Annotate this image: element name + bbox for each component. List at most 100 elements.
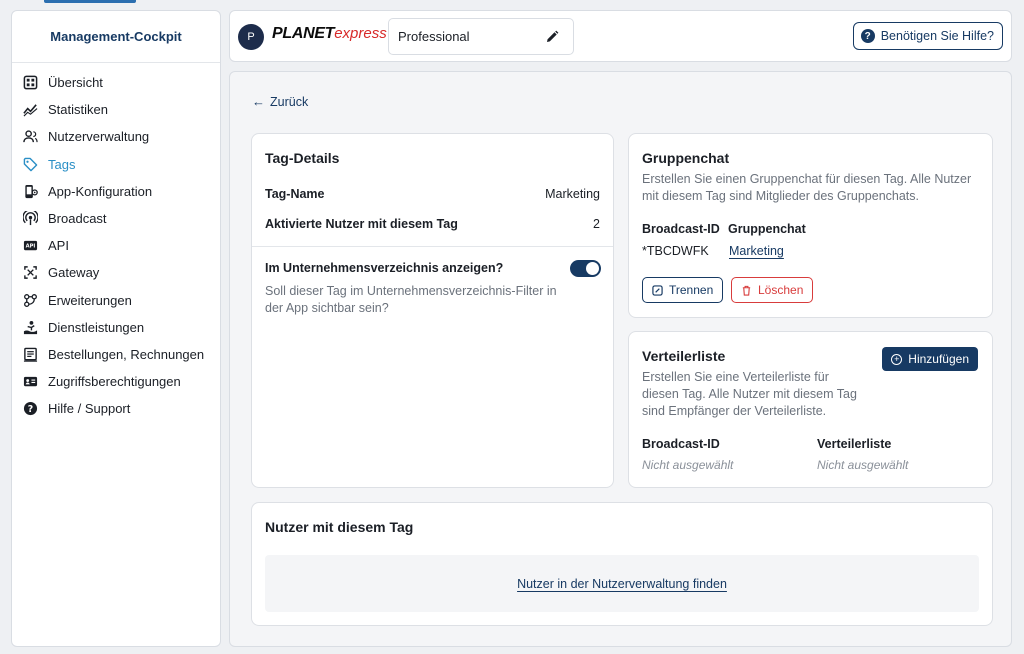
distribution-list-header: Verteilerliste <box>817 437 892 451</box>
sidebar-item-label: Nutzerverwaltung <box>48 129 150 145</box>
groupchat-description: Erstellen Sie einen Gruppenchat für dies… <box>642 172 972 203</box>
sidebar-item-erweiterungen[interactable]: Erweiterungen <box>12 287 220 314</box>
distribution-list-value: Nicht ausgewählt <box>817 458 909 472</box>
pencil-icon <box>547 30 559 42</box>
tag-users-box: Nutzer in der Nutzerverwaltung finden <box>265 555 979 612</box>
services-icon <box>22 319 38 335</box>
tag-name-label: Tag-Name <box>265 187 325 201</box>
sidebar-item-broadcast[interactable]: Broadcast <box>12 205 220 232</box>
tag-details-card: Tag-Details Tag-Name Marketing Aktiviert… <box>251 133 614 488</box>
sidebar-item-label: Gateway <box>48 265 100 281</box>
brand-logo-part2: express <box>334 25 387 42</box>
delete-label: Löschen <box>758 283 804 297</box>
distribution-broadcast-id-header: Broadcast-ID <box>642 437 720 451</box>
tag-details-title: Tag-Details <box>265 150 340 166</box>
brand-logo: PLANET express <box>272 25 387 47</box>
tag-icon <box>22 156 38 172</box>
sidebar-nav: Übersicht Statistiken Nutzerverwaltung T… <box>12 63 220 422</box>
active-users-value: 2 <box>593 217 600 231</box>
trash-icon <box>742 285 751 296</box>
main-panel: ← Zurück Tag-Details Tag-Name Marketing … <box>229 71 1012 647</box>
active-users-row: Aktivierte Nutzer mit diesem Tag 2 <box>265 217 600 231</box>
groupchat-title: Gruppenchat <box>642 150 730 166</box>
sidebar-item-uebersicht[interactable]: Übersicht <box>12 69 220 96</box>
sidebar-item-app-konfiguration[interactable]: App-Konfiguration <box>12 178 220 205</box>
sidebar: Management-Cockpit Übersicht Statistiken… <box>11 10 221 647</box>
groupchat-broadcast-id-header: Broadcast-ID <box>642 222 720 236</box>
distribution-list-card: Verteilerliste + Hinzufügen Erstellen Si… <box>628 331 993 488</box>
sidebar-item-statistiken[interactable]: Statistiken <box>12 96 220 123</box>
sidebar-item-dienstleistungen[interactable]: Dienstleistungen <box>12 314 220 341</box>
groupchat-name-header: Gruppenchat <box>728 222 806 236</box>
id-card-icon <box>22 374 38 390</box>
add-distribution-button[interactable]: + Hinzufügen <box>882 347 978 371</box>
sidebar-item-label: Statistiken <box>48 102 108 118</box>
plus-circle-icon: + <box>891 353 903 365</box>
sidebar-title: Management-Cockpit <box>12 11 220 63</box>
tag-name-row: Tag-Name Marketing <box>265 187 600 201</box>
help-icon: ? <box>22 401 38 417</box>
svg-text:API: API <box>25 244 35 250</box>
find-users-link[interactable]: Nutzer in der Nutzerverwaltung finden <box>517 577 727 591</box>
sidebar-item-hilfe[interactable]: ? Hilfe / Support <box>12 395 220 422</box>
top-header: P PLANET express Professional ? Benötige… <box>229 10 1012 62</box>
directory-toggle[interactable] <box>570 260 601 277</box>
avatar[interactable]: P <box>238 24 264 50</box>
sidebar-item-nutzerverwaltung[interactable]: Nutzerverwaltung <box>12 123 220 150</box>
distribution-broadcast-id-value: Nicht ausgewählt <box>642 458 734 472</box>
back-link[interactable]: ← Zurück <box>252 94 308 109</box>
sidebar-item-zugriffsberechtigungen[interactable]: Zugriffsberechtigungen <box>12 368 220 395</box>
chart-icon <box>22 102 38 118</box>
groupchat-link[interactable]: Marketing <box>729 244 784 258</box>
sidebar-item-label: Dienstleistungen <box>48 319 145 335</box>
phone-settings-icon <box>22 183 38 199</box>
back-link-label: Zurück <box>270 94 309 109</box>
directory-description: Soll dieser Tag im Unternehmensverzeichn… <box>265 284 557 315</box>
plan-selector[interactable]: Professional <box>388 18 574 55</box>
disconnect-button[interactable]: Trennen <box>642 277 724 303</box>
distribution-description: Erstellen Sie eine Verteilerliste für di… <box>642 370 857 418</box>
question-icon: ? <box>860 29 875 43</box>
gateway-icon <box>22 265 38 281</box>
plan-selector-value: Professional <box>398 29 470 44</box>
receipt-icon <box>22 346 38 362</box>
directory-question: Im Unternehmensverzeichnis anzeigen? <box>265 261 504 275</box>
active-users-label: Aktivierte Nutzer mit diesem Tag <box>265 217 458 231</box>
sidebar-item-label: Broadcast <box>48 211 107 227</box>
sidebar-item-label: API <box>48 238 69 254</box>
arrow-left-icon: ← <box>252 94 265 109</box>
tag-users-title: Nutzer mit diesem Tag <box>265 519 414 535</box>
api-icon: API <box>22 238 38 254</box>
sidebar-item-label: Übersicht <box>48 75 103 91</box>
help-button[interactable]: ? Benötigen Sie Hilfe? <box>852 22 1003 50</box>
help-button-label: Benötigen Sie Hilfe? <box>880 29 994 43</box>
sidebar-item-label: Zugriffsberechtigungen <box>48 374 181 390</box>
unlink-icon <box>652 284 663 296</box>
top-accent-line <box>44 0 136 3</box>
sidebar-item-bestellungen[interactable]: Bestellungen, Rechnungen <box>12 341 220 368</box>
sidebar-item-api[interactable]: API API <box>12 232 220 259</box>
extensions-icon <box>22 292 38 308</box>
sidebar-item-label: App-Konfiguration <box>48 183 153 199</box>
tag-users-card: Nutzer mit diesem Tag Nutzer in der Nutz… <box>251 502 993 626</box>
add-label: Hinzufügen <box>908 352 969 366</box>
broadcast-icon <box>22 211 38 227</box>
sidebar-item-label: Tags <box>48 156 76 172</box>
sidebar-item-gateway[interactable]: Gateway <box>12 259 220 286</box>
sidebar-item-label: Bestellungen, Rechnungen <box>48 346 205 362</box>
distribution-title: Verteilerliste <box>642 348 726 364</box>
tag-name-value: Marketing <box>545 187 600 201</box>
svg-text:?: ? <box>27 404 32 415</box>
toggle-knob <box>586 262 599 275</box>
delete-button[interactable]: Löschen <box>731 277 814 303</box>
brand-logo-part1: PLANET <box>272 25 335 42</box>
sidebar-item-tags[interactable]: Tags <box>12 151 220 178</box>
grid-icon <box>22 75 38 91</box>
groupchat-card: Gruppenchat Erstellen Sie einen Gruppenc… <box>628 133 993 318</box>
sidebar-item-label: Erweiterungen <box>48 292 132 308</box>
users-icon <box>22 129 38 145</box>
disconnect-label: Trennen <box>669 283 714 297</box>
divider <box>252 246 613 247</box>
sidebar-item-label: Hilfe / Support <box>48 401 131 417</box>
groupchat-broadcast-id: *TBCDWFK <box>642 244 709 258</box>
